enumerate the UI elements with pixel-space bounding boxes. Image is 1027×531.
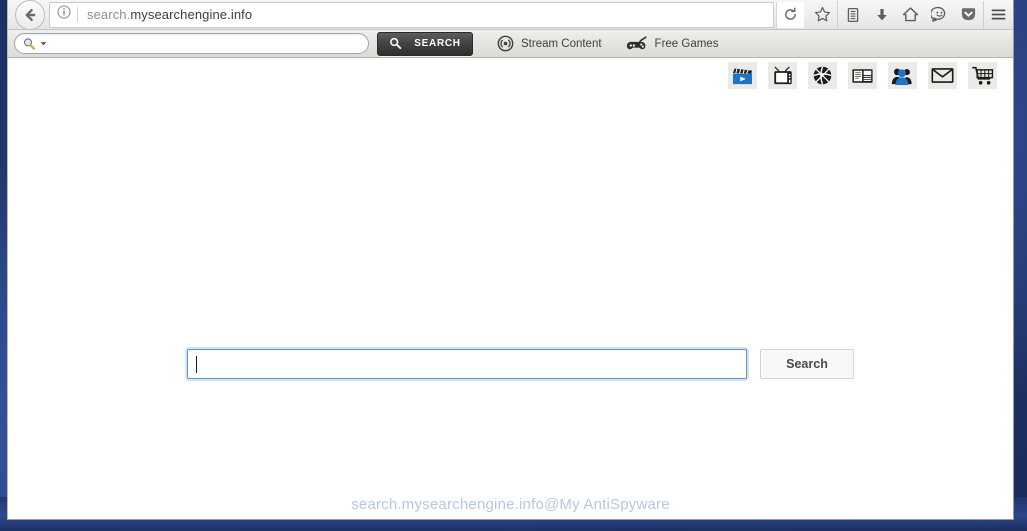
bookmark-star-icon — [814, 6, 831, 22]
people-icon — [891, 68, 912, 85]
info-circle-icon[interactable] — [57, 5, 71, 24]
hamburger-menu-button[interactable] — [983, 0, 1013, 29]
url-domain: mysearchengine.info — [130, 7, 253, 22]
addon-link-stream-content[interactable]: Stream Content — [497, 35, 602, 52]
main-search-area: Search — [187, 349, 854, 379]
library-button[interactable] — [837, 0, 867, 29]
addon-search-button-text: SEARCH — [414, 38, 461, 49]
url-bar[interactable]: search.mysearchengine.info — [49, 1, 774, 28]
hamburger-menu-icon — [991, 9, 1006, 20]
newspaper-icon — [852, 69, 873, 83]
url-subdomain: search. — [87, 7, 131, 22]
back-arrow-icon — [25, 8, 36, 21]
pocket-icon — [961, 8, 976, 21]
addon-search-toolbar: SEARCH Stream Content Free Games — [8, 30, 1013, 58]
addon-link-label: Free Games — [654, 37, 719, 50]
watermark-text: search.mysearchengine.info@My AntiSpywar… — [351, 496, 670, 513]
main-search-input[interactable] — [187, 349, 747, 379]
addon-search-button[interactable]: SEARCH — [377, 31, 473, 56]
downloads-button[interactable] — [867, 1, 896, 29]
back-button[interactable] — [15, 0, 45, 30]
category-item-tv[interactable] — [768, 62, 797, 89]
basketball-icon — [813, 66, 832, 85]
movie-clapperboard-icon — [732, 67, 753, 84]
account-button[interactable] — [925, 1, 954, 29]
magnifier-icon — [389, 37, 402, 50]
chevron-down-icon[interactable] — [39, 39, 48, 48]
pocket-button[interactable] — [954, 1, 983, 29]
account-smiley-icon — [931, 6, 946, 22]
library-icon — [847, 7, 858, 22]
addon-search-field[interactable] — [14, 33, 369, 54]
reload-icon — [785, 7, 796, 20]
gamepad-icon — [626, 35, 648, 52]
category-item-movies[interactable] — [728, 62, 757, 89]
main-search-field[interactable] — [197, 356, 746, 372]
url-text: search.mysearchengine.info — [87, 7, 252, 22]
main-search-button[interactable]: Search — [760, 349, 854, 379]
category-item-sports[interactable] — [808, 62, 837, 89]
addon-link-label: Stream Content — [521, 37, 602, 50]
addon-search-input[interactable] — [48, 36, 368, 51]
bookmark-star-button[interactable] — [808, 1, 837, 29]
category-item-shopping[interactable] — [968, 62, 997, 89]
home-button[interactable] — [896, 1, 925, 29]
browser-window: search.mysearchengine.info SEARCH Stream… — [7, 0, 1014, 520]
tv-icon — [773, 66, 792, 84]
category-icon-row — [728, 62, 997, 89]
downloads-icon — [876, 8, 887, 20]
broadcast-icon — [497, 35, 514, 52]
envelope-icon — [931, 68, 954, 83]
url-separator — [77, 7, 78, 22]
reload-button[interactable] — [776, 1, 804, 28]
main-search-button-label: Search — [786, 357, 828, 371]
page-content: Search search.mysearchengine.info@My Ant… — [8, 58, 1013, 519]
browser-navigation-toolbar: search.mysearchengine.info — [8, 0, 1013, 30]
category-item-news[interactable] — [848, 62, 877, 89]
home-icon — [902, 7, 919, 22]
addon-link-free-games[interactable]: Free Games — [626, 35, 719, 52]
magnifier-icon — [22, 37, 36, 51]
category-item-social[interactable] — [888, 62, 917, 89]
shopping-cart-icon — [971, 66, 993, 85]
category-item-mail[interactable] — [928, 62, 957, 89]
